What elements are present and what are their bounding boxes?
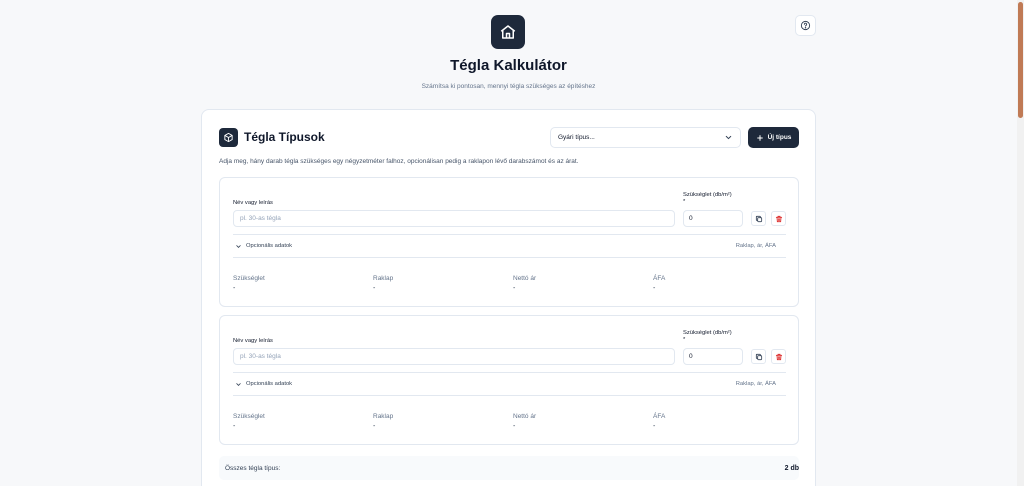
- total-types-label: Összes tégla típus:: [225, 464, 281, 472]
- help-icon: [800, 20, 811, 31]
- optional-data-toggle[interactable]: Opcionális adatok Raklap, ár, ÁFA: [233, 372, 786, 396]
- stat-value: -: [233, 285, 236, 292]
- section-description: Adja meg, hány darab tégla szükséges egy…: [219, 158, 579, 165]
- stat-value: -: [513, 285, 516, 292]
- optional-data-label: Opcionális adatok: [246, 243, 293, 249]
- copy-icon: [755, 353, 763, 361]
- stat-pallet: Raklap -: [373, 275, 503, 292]
- optional-data-toggle[interactable]: Opcionális adatok Raklap, ár, ÁFA: [233, 234, 786, 258]
- optional-data-hint: Raklap, ár, ÁFA: [735, 243, 776, 249]
- factory-type-select[interactable]: Gyári típus...: [550, 127, 741, 148]
- requirement-input[interactable]: 0: [683, 210, 743, 227]
- scrollbar-thumb[interactable]: [1018, 2, 1023, 118]
- stat-requirement: Szükséglet -: [233, 413, 363, 430]
- name-label: Név vagy leírás: [233, 338, 273, 344]
- name-input[interactable]: pl. 30-as tégla: [233, 348, 675, 365]
- requirement-input[interactable]: 0: [683, 348, 743, 365]
- duplicate-button[interactable]: [751, 349, 766, 364]
- stat-key: Szükséglet: [233, 413, 265, 420]
- name-label: Név vagy leírás: [233, 200, 273, 206]
- requirement-label: Szükséglet (db/m²) *: [683, 330, 732, 344]
- stat-key: Nettó ár: [513, 413, 537, 420]
- app-logo: [491, 15, 525, 49]
- stat-vat: ÁFA -: [653, 275, 783, 292]
- stat-net-price: Nettó ár -: [513, 413, 643, 430]
- stat-pallet: Raklap -: [373, 413, 503, 430]
- page-title: Tégla Kalkulátor: [450, 57, 567, 74]
- requirement-label: Szükséglet (db/m²) *: [683, 192, 732, 206]
- brick-type-row: Név vagy leírás pl. 30-as tégla Szükségl…: [219, 177, 799, 307]
- stat-value: -: [233, 423, 236, 430]
- stat-key: Raklap: [373, 275, 394, 282]
- box-icon: [223, 132, 234, 143]
- optional-data-hint: Raklap, ár, ÁFA: [735, 381, 776, 387]
- new-type-button-label: Új típus: [767, 134, 792, 141]
- page-scrollbar[interactable]: [1017, 0, 1024, 486]
- requirement-label-text: Szükséglet (db/m²): [683, 192, 732, 198]
- required-star: *: [683, 199, 686, 205]
- total-types-summary: Összes tégla típus: 2 db: [219, 456, 799, 480]
- stat-value: -: [373, 423, 376, 430]
- requirement-label-text: Szükséglet (db/m²): [683, 330, 732, 336]
- new-type-button[interactable]: Új típus: [748, 127, 799, 148]
- stat-requirement: Szükséglet -: [233, 275, 363, 292]
- stat-key: Raklap: [373, 413, 394, 420]
- stat-key: Szükséglet: [233, 275, 265, 282]
- copy-icon: [755, 215, 763, 223]
- stat-value: -: [513, 423, 516, 430]
- brick-type-row: Név vagy leírás pl. 30-as tégla Szükségl…: [219, 315, 799, 445]
- chevron-down-icon: [235, 243, 242, 250]
- required-star: *: [683, 337, 686, 343]
- stat-net-price: Nettó ár -: [513, 275, 643, 292]
- stat-value: -: [373, 285, 376, 292]
- help-button[interactable]: [795, 15, 816, 36]
- brick-types-card: Tégla Típusok Gyári típus... Új típus Ad…: [201, 109, 816, 486]
- stat-value: -: [653, 423, 656, 430]
- total-types-count: 2 db: [784, 464, 799, 472]
- trash-icon: [775, 353, 783, 361]
- chevron-down-icon: [724, 133, 733, 142]
- delete-button[interactable]: [771, 349, 786, 364]
- stat-vat: ÁFA -: [653, 413, 783, 430]
- trash-icon: [775, 215, 783, 223]
- stat-key: ÁFA: [653, 413, 666, 420]
- section-icon: [219, 128, 238, 147]
- delete-button[interactable]: [771, 211, 786, 226]
- home-icon: [499, 23, 517, 41]
- plus-icon: [756, 134, 764, 142]
- factory-type-select-value: Gyári típus...: [558, 134, 595, 141]
- optional-data-label: Opcionális adatok: [246, 381, 293, 387]
- page-subtitle: Számítsa ki pontosan, mennyi tégla szüks…: [421, 83, 596, 90]
- stat-key: ÁFA: [653, 275, 666, 282]
- duplicate-button[interactable]: [751, 211, 766, 226]
- chevron-down-icon: [235, 381, 242, 388]
- section-title: Tégla Típusok: [244, 130, 325, 144]
- stat-value: -: [653, 285, 656, 292]
- name-input[interactable]: pl. 30-as tégla: [233, 210, 675, 227]
- stat-key: Nettó ár: [513, 275, 537, 282]
